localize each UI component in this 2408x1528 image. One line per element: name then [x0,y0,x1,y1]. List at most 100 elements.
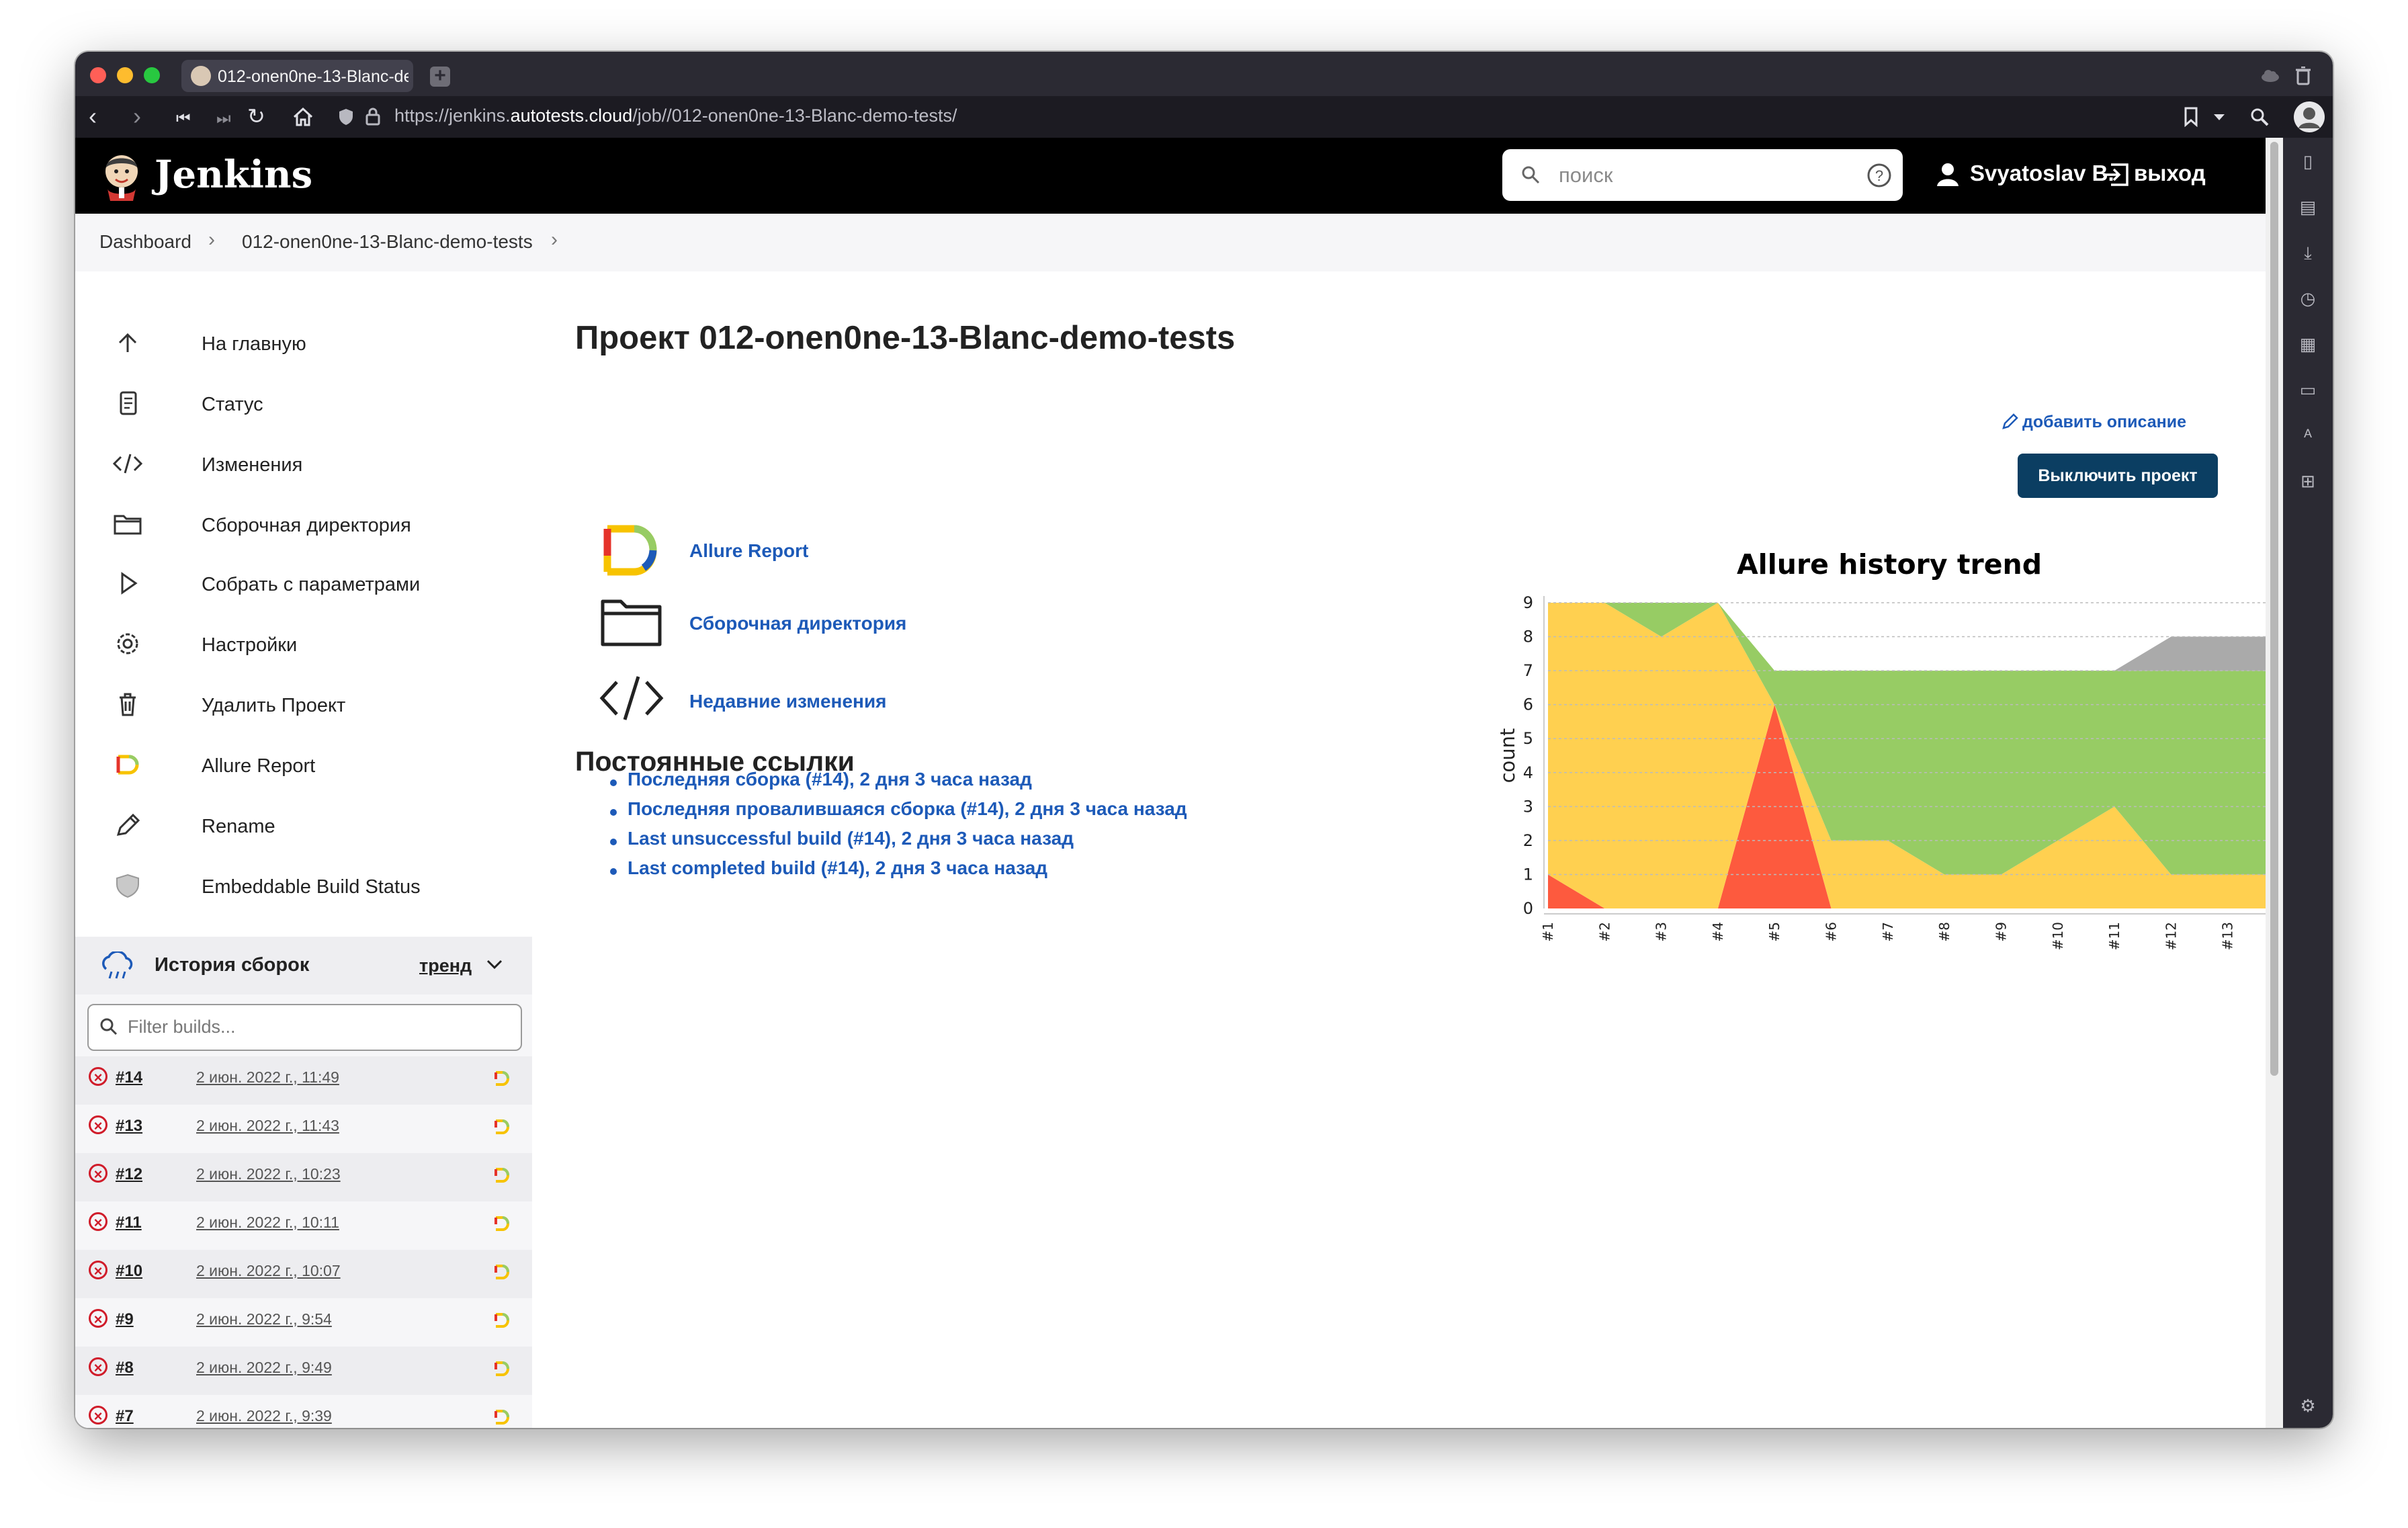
notes-icon[interactable]: ▦ [2298,334,2318,354]
sidebar-item-allure-report[interactable]: Allure Report [113,743,516,783]
search-input[interactable]: поиск ? [1502,149,1903,201]
add-panel-icon[interactable]: ⊞ [2298,471,2318,491]
allure-icon[interactable] [493,1215,511,1232]
trash-tab-icon[interactable] [2295,67,2311,85]
allure-icon[interactable] [493,1263,511,1281]
trend-link[interactable]: тренд [419,956,472,976]
permalink-last-build[interactable]: Последняя сборка (#14), 2 дня 3 часа наз… [628,769,1032,790]
address-bar[interactable]: https://jenkins.autotests.cloud/job//012… [394,105,957,126]
filter-builds-input[interactable]: Filter builds... [87,1004,522,1051]
skip-forward-icon[interactable]: ⏭ [216,105,231,132]
build-row[interactable]: × #7 2 июн. 2022 г., 9:39 [75,1395,532,1428]
build-number-link[interactable]: #7 [116,1407,134,1426]
settings-icon[interactable]: ⚙ [2298,1396,2318,1416]
sidebar-item-delete-project[interactable]: Удалить Проект [113,683,516,723]
build-number-link[interactable]: #11 [116,1214,142,1232]
build-number-link[interactable]: #10 [116,1262,142,1281]
build-number-link[interactable]: #8 [116,1359,134,1377]
help-icon[interactable]: ? [1866,163,1892,188]
build-number-link[interactable]: #9 [116,1310,134,1329]
history-icon[interactable]: ◷ [2298,288,2318,308]
jenkins-favicon-icon [191,66,211,86]
build-row[interactable]: × #14 2 июн. 2022 г., 11:49 [75,1056,532,1105]
allure-icon[interactable] [493,1312,511,1329]
pencil-icon[interactable] [2001,412,2020,431]
bookmark-icon[interactable] [2184,107,2198,127]
wallet-icon[interactable]: ▭ [2298,380,2318,400]
build-date-link[interactable]: 2 июн. 2022 г., 10:23 [196,1165,341,1183]
bookmark-icon[interactable]: ▯ [2298,151,2318,171]
user-link[interactable]: Svyatoslav B. [1970,161,2114,186]
forward-icon[interactable]: › [133,103,141,130]
build-date-link[interactable]: 2 июн. 2022 г., 9:49 [196,1359,332,1377]
close-window-button[interactable] [90,67,106,83]
build-date-link[interactable]: 2 июн. 2022 г., 9:54 [196,1310,332,1328]
reload-icon[interactable]: ↻ [247,103,265,130]
build-row[interactable]: × #9 2 июн. 2022 г., 9:54 [75,1298,532,1347]
allure-icon[interactable] [493,1166,511,1184]
new-tab-button[interactable]: + [430,66,450,87]
download-icon[interactable]: ⤓ [2298,243,2318,263]
allure-history-trend-chart[interactable]: Allure history trend 0 1 2 3 4 5 6 7 8 9 count #1 #2 #… [1419,482,2292,966]
cloud-icon[interactable] [2260,68,2280,83]
build-date-link[interactable]: 2 июн. 2022 г., 10:07 [196,1262,341,1280]
page-scrollbar[interactable] [2266,138,2283,1428]
minimize-window-button[interactable] [117,67,133,83]
build-number-link[interactable]: #14 [116,1068,142,1087]
build-row[interactable]: × #10 2 июн. 2022 г., 10:07 [75,1250,532,1298]
chevron-down-icon[interactable] [2213,114,2225,122]
build-row[interactable]: × #11 2 июн. 2022 г., 10:11 [75,1201,532,1250]
reader-icon[interactable]: ▤ [2298,197,2318,217]
logout-link[interactable]: выход [2134,161,2206,186]
chevron-down-icon[interactable] [486,960,503,970]
sidebar-item-build-with-parameters[interactable]: Собрать с параметрами [113,562,516,602]
build-row[interactable]: × #13 2 июн. 2022 г., 11:43 [75,1105,532,1153]
build-date-link[interactable]: 2 июн. 2022 г., 11:43 [196,1117,339,1135]
link-recent-changes[interactable]: Недавние изменения [689,691,887,712]
back-icon[interactable]: ‹ [89,103,97,130]
translate-icon[interactable]: ᴬ [2298,425,2318,445]
allure-icon[interactable] [493,1070,511,1087]
build-number-link[interactable]: #12 [116,1165,142,1184]
breadcrumb-job[interactable]: 012-onen0ne-13-Blanc-demo-tests [242,231,533,253]
sidebar-item-status[interactable]: Статус [113,382,516,422]
build-number-link[interactable]: #13 [116,1117,142,1136]
shield-tracking-icon[interactable] [339,108,353,126]
permalink-last-completed[interactable]: Last completed build (#14), 2 дня 3 часа… [628,857,1047,879]
chart-y-tick-label: 7 [1523,661,1533,680]
build-date-link[interactable]: 2 июн. 2022 г., 11:49 [196,1068,339,1087]
allure-icon[interactable] [493,1118,511,1136]
link-workspace[interactable]: Сборочная директория [689,613,906,634]
skip-back-icon[interactable]: ⏮ [176,105,191,132]
sidebar-item-embeddable-build-status[interactable]: Embeddable Build Status [113,864,516,904]
search-icon[interactable] [2249,107,2270,127]
sidebar-item-rename[interactable]: Rename [113,804,516,844]
build-row[interactable]: × #12 2 июн. 2022 г., 10:23 [75,1153,532,1201]
sidebar-item-configure[interactable]: Настройки [113,622,516,663]
build-row[interactable]: × #8 2 июн. 2022 г., 9:49 [75,1347,532,1395]
allure-icon[interactable] [493,1408,511,1426]
zoom-window-button[interactable] [144,67,160,83]
link-allure-report[interactable]: Allure Report [689,540,808,562]
allure-icon[interactable] [599,522,665,579]
allure-icon[interactable] [493,1360,511,1377]
profile-avatar-icon[interactable] [2292,100,2326,134]
sidebar-item-changes[interactable]: Изменения [113,442,516,482]
scrollbar-thumb[interactable] [2270,142,2278,1076]
browser-tab[interactable]: 012-onen0ne-13-Blanc-demo-tests [181,60,413,92]
jenkins-brand[interactable]: Jenkins [155,153,312,197]
permalink-last-unsuccessful[interactable]: Last unsuccessful build (#14), 2 дня 3 ч… [628,828,1074,849]
add-description-link[interactable]: добавить описание [2022,413,2186,432]
permalink-last-failed[interactable]: Последняя провалившаяся сборка (#14), 2 … [628,798,1187,820]
breadcrumb-separator-icon[interactable]: › [551,228,558,251]
jenkins-logo-icon[interactable] [99,151,144,201]
chart-y-tick-label: 3 [1523,797,1533,816]
sidebar-item-home[interactable]: На главную [113,321,516,362]
folder-icon[interactable] [599,595,664,648]
breadcrumb-dashboard[interactable]: Dashboard [99,231,191,253]
sidebar-item-workspace[interactable]: Сборочная директория [113,503,516,543]
code-icon[interactable] [599,674,664,722]
build-date-link[interactable]: 2 июн. 2022 г., 9:39 [196,1407,332,1425]
home-icon[interactable] [292,107,314,127]
build-date-link[interactable]: 2 июн. 2022 г., 10:11 [196,1214,339,1232]
